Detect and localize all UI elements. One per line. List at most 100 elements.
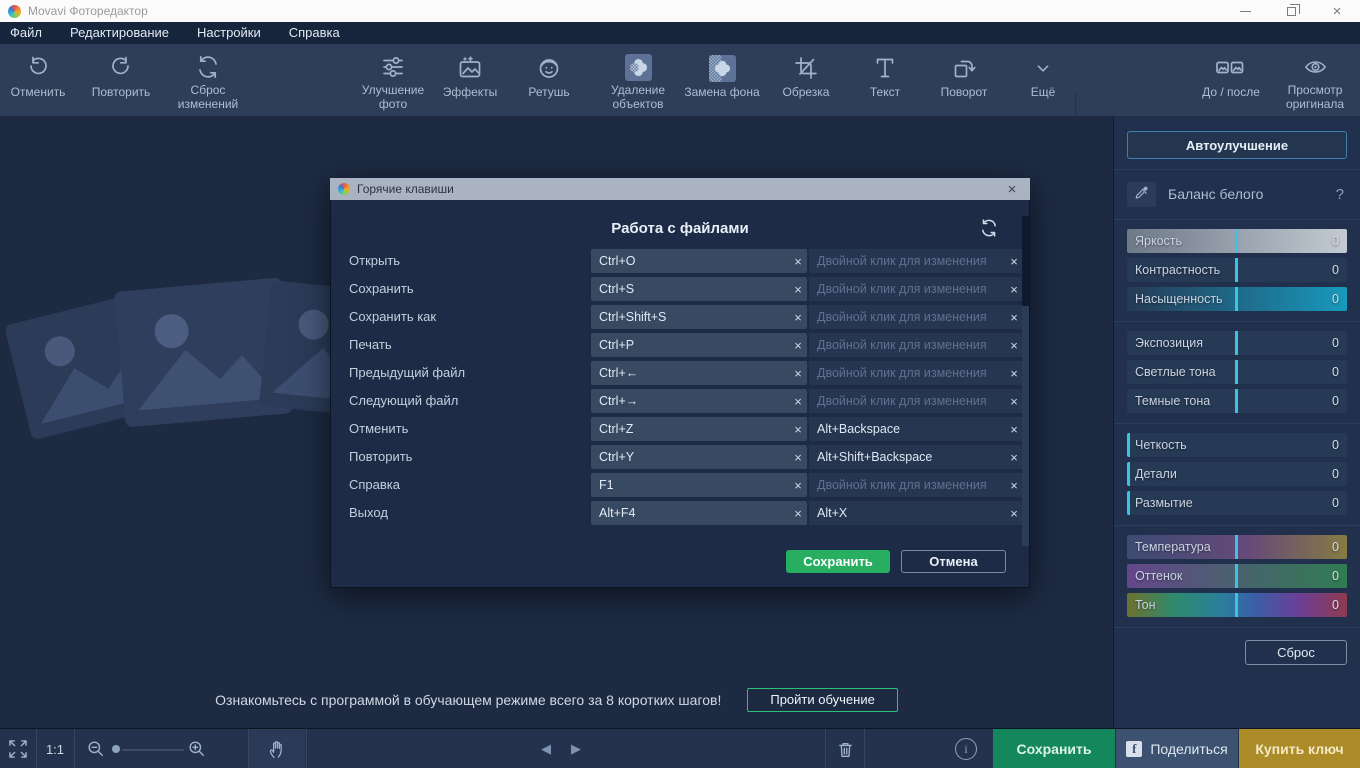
slider-contrast[interactable]: Контрастность0 xyxy=(1127,258,1347,282)
clear-icon[interactable]: × xyxy=(789,506,807,521)
save-photo-button[interactable]: Сохранить xyxy=(993,729,1115,768)
tool-enhance-photo[interactable]: Улучшение фото xyxy=(352,52,434,112)
info-button[interactable]: i xyxy=(946,729,986,768)
hotkey-secondary-input[interactable]: Двойной клик для изменения× xyxy=(809,249,1023,273)
hotkey-secondary-input[interactable]: Двойной клик для изменения× xyxy=(809,361,1023,385)
tool-replace-background[interactable]: Замена фона xyxy=(684,52,760,112)
clear-icon[interactable]: × xyxy=(789,478,807,493)
tool-remove-objects[interactable]: Удаление объектов xyxy=(592,52,684,112)
hotkey-primary-input[interactable]: Ctrl+Z× xyxy=(591,417,807,441)
slider-hue[interactable]: Тон0 xyxy=(1127,593,1347,617)
share-button[interactable]: fПоделиться xyxy=(1116,729,1238,768)
hotkey-primary-input[interactable]: Ctrl+O× xyxy=(591,249,807,273)
slider-tint[interactable]: Оттенок0 xyxy=(1127,564,1347,588)
clear-icon[interactable]: × xyxy=(1005,254,1023,269)
tool-effects[interactable]: Эффекты xyxy=(434,52,506,112)
slider-handle[interactable] xyxy=(1127,433,1130,457)
tool-retouch[interactable]: Ретушь xyxy=(506,52,592,112)
slider-handle[interactable] xyxy=(1235,564,1238,588)
clear-icon[interactable]: × xyxy=(1005,506,1023,521)
clear-icon[interactable]: × xyxy=(1005,338,1023,353)
clear-icon[interactable]: × xyxy=(789,282,807,297)
redo-button[interactable]: Повторить xyxy=(78,52,164,112)
zoom-slider-handle[interactable] xyxy=(112,745,120,753)
dialog-scrollbar[interactable] xyxy=(1022,216,1029,546)
slider-exposure[interactable]: Экспозиция0 xyxy=(1127,331,1347,355)
slider-handle[interactable] xyxy=(1235,535,1238,559)
slider-details[interactable]: Детали0 xyxy=(1127,462,1347,486)
clear-icon[interactable]: × xyxy=(789,310,807,325)
slider-handle[interactable] xyxy=(1127,491,1130,515)
slider-handle[interactable] xyxy=(1235,593,1238,617)
hotkey-secondary-input[interactable]: Двойной клик для изменения× xyxy=(809,305,1023,329)
hotkey-secondary-input[interactable]: Двойной клик для изменения× xyxy=(809,277,1023,301)
reset-changes-button[interactable]: Сброс изменений xyxy=(166,52,250,112)
help-icon[interactable]: ? xyxy=(1336,186,1347,203)
hotkey-primary-input[interactable]: Ctrl+←× xyxy=(591,361,807,385)
zoom-in-icon[interactable] xyxy=(183,729,211,768)
dialog-cancel-button[interactable]: Отмена xyxy=(901,550,1006,573)
slider-brightness[interactable]: Яркость0 xyxy=(1127,229,1347,253)
slider-handle[interactable] xyxy=(1235,229,1238,253)
zoom-out-icon[interactable] xyxy=(82,729,110,768)
zoom-slider-track[interactable] xyxy=(122,749,184,751)
maximize-button[interactable] xyxy=(1268,0,1314,22)
reset-adjustments-button[interactable]: Сброс xyxy=(1245,640,1347,665)
hotkey-primary-input[interactable]: Ctrl+Y× xyxy=(591,445,807,469)
slider-handle[interactable] xyxy=(1235,287,1238,311)
clear-icon[interactable]: × xyxy=(1005,422,1023,437)
scrollbar-thumb[interactable] xyxy=(1022,306,1029,546)
clear-icon[interactable]: × xyxy=(1005,478,1023,493)
hotkey-primary-input[interactable]: Ctrl+→× xyxy=(591,389,807,413)
slider-highlights[interactable]: Светлые тона0 xyxy=(1127,360,1347,384)
slider-saturation[interactable]: Насыщенность0 xyxy=(1127,287,1347,311)
clear-icon[interactable]: × xyxy=(1005,310,1023,325)
clear-icon[interactable]: × xyxy=(789,338,807,353)
clear-icon[interactable]: × xyxy=(789,394,807,409)
before-after-button[interactable]: До / после xyxy=(1186,52,1276,112)
clear-icon[interactable]: × xyxy=(789,450,807,465)
menu-file[interactable]: Файл xyxy=(10,22,56,44)
slider-temperature[interactable]: Температура0 xyxy=(1127,535,1347,559)
delete-photo-button[interactable] xyxy=(828,729,862,768)
clear-icon[interactable]: × xyxy=(1005,394,1023,409)
hotkey-secondary-input[interactable]: Двойной клик для изменения× xyxy=(809,333,1023,357)
fit-to-screen-button[interactable] xyxy=(2,729,34,768)
hotkey-primary-input[interactable]: Ctrl+Shift+S× xyxy=(591,305,807,329)
take-tutorial-button[interactable]: Пройти обучение xyxy=(747,688,897,712)
hotkey-secondary-input[interactable]: Alt+X× xyxy=(809,501,1023,525)
clear-icon[interactable]: × xyxy=(1005,366,1023,381)
hand-tool-button[interactable] xyxy=(249,729,305,768)
hotkey-secondary-input[interactable]: Двойной клик для изменения× xyxy=(809,389,1023,413)
close-button[interactable]: × xyxy=(1314,0,1360,22)
hotkey-secondary-input[interactable]: Двойной клик для изменения× xyxy=(809,473,1023,497)
buy-key-button[interactable]: Купить ключ xyxy=(1239,729,1360,768)
slider-handle[interactable] xyxy=(1235,331,1238,355)
undo-button[interactable]: Отменить xyxy=(0,52,76,112)
hotkey-secondary-input[interactable]: Alt+Shift+Backspace× xyxy=(809,445,1023,469)
clear-icon[interactable]: × xyxy=(789,254,807,269)
eyedropper-button[interactable] xyxy=(1127,182,1156,207)
menu-edit[interactable]: Редактирование xyxy=(56,22,183,44)
hotkey-primary-input[interactable]: F1× xyxy=(591,473,807,497)
clear-icon[interactable]: × xyxy=(789,422,807,437)
clear-icon[interactable]: × xyxy=(1005,450,1023,465)
tool-rotate[interactable]: Поворот xyxy=(918,52,1010,112)
previous-file-button[interactable]: ◀ xyxy=(532,729,560,768)
slider-sharpness[interactable]: Четкость0 xyxy=(1127,433,1347,457)
hotkey-primary-input[interactable]: Ctrl+S× xyxy=(591,277,807,301)
dialog-close-icon[interactable]: × xyxy=(1002,181,1022,198)
slider-handle[interactable] xyxy=(1235,258,1238,282)
next-file-button[interactable]: ▶ xyxy=(562,729,590,768)
clear-icon[interactable]: × xyxy=(789,366,807,381)
zoom-1-1-button[interactable]: 1:1 xyxy=(38,729,72,768)
tool-more[interactable]: Ещё xyxy=(1010,52,1076,112)
slider-handle[interactable] xyxy=(1127,462,1130,486)
slider-shadows[interactable]: Темные тона0 xyxy=(1127,389,1347,413)
tool-text[interactable]: Текст xyxy=(852,52,918,112)
hotkey-primary-input[interactable]: Ctrl+P× xyxy=(591,333,807,357)
slider-handle[interactable] xyxy=(1235,360,1238,384)
hotkey-primary-input[interactable]: Alt+F4× xyxy=(591,501,807,525)
dialog-save-button[interactable]: Сохранить xyxy=(786,550,890,573)
autoenhance-button[interactable]: Автоулучшение xyxy=(1127,131,1347,159)
